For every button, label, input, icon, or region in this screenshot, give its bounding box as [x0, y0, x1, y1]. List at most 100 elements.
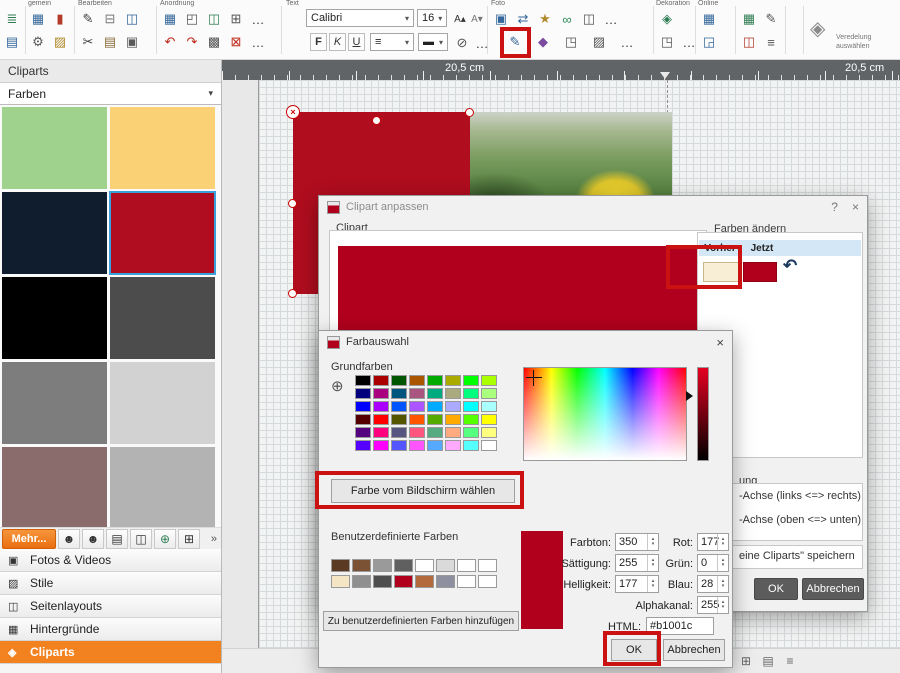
basic-color-cell[interactable] [427, 388, 443, 399]
blue-field[interactable]: 28▴▾ [697, 575, 729, 593]
online-grid-icon[interactable]: ▦ [699, 9, 719, 29]
clipart-category-dropdown[interactable]: Farben ▾ [0, 83, 221, 105]
basic-color-cell[interactable] [409, 427, 425, 438]
underline-button[interactable]: U [348, 33, 365, 51]
effects-icon[interactable]: ◆ [533, 32, 553, 52]
settings-gear-icon[interactable]: ⚙ [28, 32, 48, 52]
photo-frame-icon[interactable]: ◫ [579, 9, 599, 29]
sidebar-nav-item[interactable]: ▨ Stile [0, 572, 221, 595]
custom-color-cell[interactable] [352, 575, 371, 588]
spinner-arrows[interactable]: ▴▾ [717, 576, 728, 592]
online-upload-icon[interactable]: ◲ [699, 32, 719, 52]
basic-color-cell[interactable] [463, 427, 479, 438]
line-spacing-dropdown[interactable]: ▬▾ [418, 33, 448, 51]
basic-color-cell[interactable] [373, 375, 389, 386]
basic-color-cell[interactable] [481, 401, 497, 412]
alignment-dropdown[interactable]: ≡▾ [370, 33, 414, 51]
basic-color-cell[interactable] [373, 440, 389, 451]
design-brush-icon[interactable]: ▨ [50, 32, 70, 52]
basic-color-cell[interactable] [391, 388, 407, 399]
edit-photo-icon[interactable]: ✎ [505, 32, 525, 52]
clipart-color-swatch[interactable] [2, 362, 107, 444]
color-now-swatch[interactable] [743, 262, 777, 282]
basic-color-cell[interactable] [355, 414, 371, 425]
resize-handle-top-right[interactable] [465, 108, 474, 117]
basic-color-cell[interactable] [409, 440, 425, 451]
annotate-icon[interactable]: ✎ [761, 9, 781, 29]
delete-icon[interactable]: ⊟ [100, 9, 120, 29]
more-icon[interactable]: … [601, 9, 621, 29]
close-icon[interactable]: × [716, 335, 724, 350]
pick-screen-color-button[interactable]: Farbe vom Bildschirm wählen [331, 479, 515, 503]
dialog-titlebar[interactable]: Farbauswahl × [319, 331, 732, 353]
basic-color-cell[interactable] [373, 401, 389, 412]
basic-color-cell[interactable] [391, 440, 407, 451]
basic-color-cell[interactable] [355, 388, 371, 399]
clipart-color-swatch[interactable] [2, 447, 107, 527]
spinner-arrows[interactable]: ▴▾ [717, 534, 728, 550]
custom-color-cell[interactable] [394, 559, 413, 572]
basic-color-cell[interactable] [409, 375, 425, 386]
basic-color-cell[interactable] [481, 427, 497, 438]
table-icon[interactable]: ▦ [28, 9, 48, 29]
resize-handle-bottom-left[interactable] [288, 289, 297, 298]
basic-color-cell[interactable] [481, 375, 497, 386]
basic-color-cell[interactable] [373, 414, 389, 425]
custom-color-cell[interactable] [436, 575, 455, 588]
basic-color-cell[interactable] [445, 440, 461, 451]
more-icon[interactable]: … [617, 32, 637, 52]
shadow-icon[interactable]: ▨ [589, 32, 609, 52]
layers-icon[interactable]: ▩ [204, 32, 224, 52]
basic-color-cell[interactable] [445, 427, 461, 438]
alpha-field[interactable]: 255▴▾ [697, 596, 729, 614]
basic-color-cell[interactable] [445, 401, 461, 412]
basic-color-cell[interactable] [481, 414, 497, 425]
mirror-y-option[interactable]: -Achse (oben <=> unten) [739, 514, 861, 526]
spinner-arrows[interactable]: ▴▾ [717, 597, 728, 613]
photo-icon[interactable]: ▣ [491, 9, 511, 29]
clipart-color-swatch[interactable] [2, 277, 107, 359]
paste-icon[interactable]: ▤ [100, 32, 120, 52]
font-family-dropdown[interactable]: Calibri▾ [306, 9, 414, 27]
basic-color-cell[interactable] [373, 427, 389, 438]
brightness-slider-arrow[interactable] [686, 391, 693, 401]
sidebar-nav-item[interactable]: ▦ Hintergründe [0, 618, 221, 641]
basic-color-cell[interactable] [463, 414, 479, 425]
address-book-icon[interactable]: ▤ [106, 529, 128, 549]
custom-color-cell[interactable] [457, 559, 476, 572]
list-view-icon[interactable]: ≡ [781, 653, 799, 669]
basic-color-cell[interactable] [391, 375, 407, 386]
clipart-color-swatch[interactable] [2, 107, 107, 189]
basic-color-cell[interactable] [409, 414, 425, 425]
font-size-dropdown[interactable]: 16▾ [417, 9, 447, 27]
custom-color-cell[interactable] [478, 559, 497, 572]
help-icon[interactable]: ? [831, 200, 838, 214]
rotate-handle[interactable] [372, 116, 381, 125]
color-before-swatch[interactable] [703, 262, 739, 282]
more-icon[interactable]: … [679, 32, 699, 52]
brightness-slider[interactable] [697, 367, 709, 461]
custom-color-cell[interactable] [373, 575, 392, 588]
cancel-button[interactable]: Abbrechen [802, 578, 864, 600]
clipart-color-swatch[interactable] [110, 107, 215, 189]
border-icon[interactable]: ◳ [657, 32, 677, 52]
basic-color-cell[interactable] [463, 388, 479, 399]
undo-color-icon[interactable]: ↶ [783, 256, 797, 276]
custom-color-cell[interactable] [352, 559, 371, 572]
basic-color-cell[interactable] [427, 401, 443, 412]
calendar-icon[interactable]: ◫ [739, 32, 759, 52]
delete-handle-icon[interactable]: × [286, 105, 300, 119]
grid-icon[interactable]: ▦ [160, 9, 180, 29]
swap-photo-icon[interactable]: ⇄ [513, 9, 533, 29]
italic-button[interactable]: K [329, 33, 346, 51]
more-text-options-icon[interactable]: … [472, 33, 492, 53]
list-icon[interactable]: ≡ [761, 32, 781, 52]
globe-icon[interactable]: ⊕ [154, 529, 176, 549]
custom-color-cell[interactable] [415, 575, 434, 588]
custom-color-cell[interactable] [373, 559, 392, 572]
bold-button[interactable]: F [310, 33, 327, 51]
dialog-titlebar[interactable]: Clipart anpassen ? × [319, 196, 867, 218]
ok-button[interactable]: OK [611, 639, 657, 661]
clipart-color-swatch[interactable] [110, 362, 215, 444]
clipart-color-swatch[interactable] [110, 192, 215, 274]
